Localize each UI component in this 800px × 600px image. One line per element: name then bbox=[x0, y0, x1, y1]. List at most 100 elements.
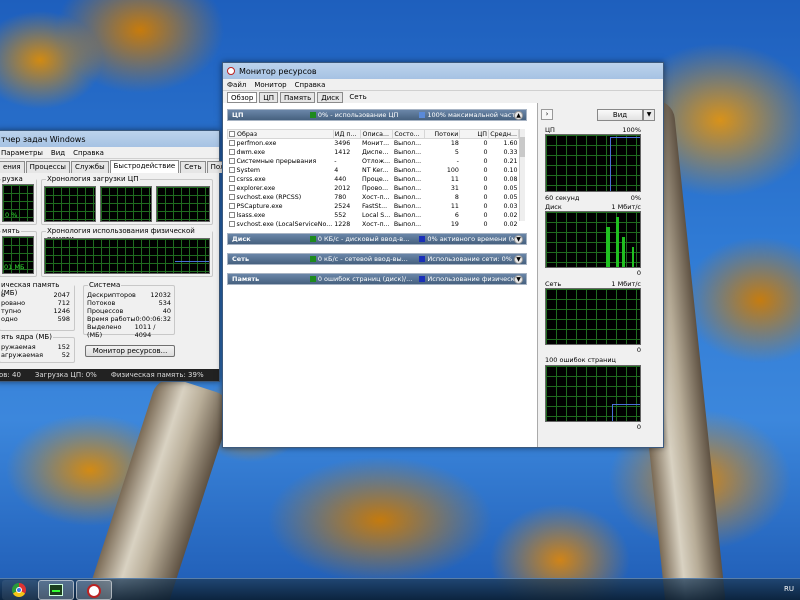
table-row[interactable]: PSCapture.exe 2524 FastSt... Выпол... 11 0 0.0… bbox=[228, 202, 519, 211]
network-usage-stat: Использование сети: 0% bbox=[427, 255, 512, 263]
menu-view[interactable]: Вид bbox=[51, 149, 65, 157]
cpu-history-graph-3 bbox=[156, 186, 210, 222]
process-cell: 0.21 bbox=[503, 157, 518, 165]
process-cell: Выпол... bbox=[393, 139, 422, 147]
process-cell: 0.02 bbox=[503, 211, 518, 219]
memory-faults-stat: 0 ошибок страниц (диск)/... bbox=[317, 275, 413, 283]
process-cell: 0.33 bbox=[503, 148, 518, 156]
table-row[interactable]: svchost.exe (RPCSS) 780 Хост-п... Выпол... 8… bbox=[228, 193, 519, 202]
process-cell: 8 bbox=[454, 193, 459, 201]
disk-graph-footer: 0 bbox=[545, 269, 641, 277]
system-group: Система Дескрипторов 12032 Потоков 534 Про… bbox=[83, 281, 175, 339]
system-row: Потоков 534 bbox=[87, 299, 171, 307]
process-cell: 0 bbox=[483, 202, 488, 210]
tab-applications[interactable]: ения bbox=[0, 161, 25, 173]
process-cell: 0 bbox=[483, 148, 488, 156]
process-checkbox[interactable] bbox=[228, 157, 235, 164]
column-threads[interactable]: Потоки bbox=[424, 129, 461, 139]
table-row[interactable]: perfmon.exe 3496 Монит... Выпол... 18 0 1.60 bbox=[228, 139, 519, 148]
system-title: Система bbox=[88, 281, 122, 289]
tab-network[interactable]: Сеть bbox=[345, 93, 366, 101]
menu-monitor[interactable]: Монитор bbox=[254, 81, 286, 89]
cpu-load-meter: 0 % bbox=[2, 184, 34, 222]
kernel-memory-group: ять ядра (МБ) ружаемая 152 агружаемая 52 bbox=[0, 333, 75, 363]
process-image-cell: perfmon.exe bbox=[228, 139, 334, 148]
process-cell: Выпол... bbox=[393, 157, 422, 165]
menu-file[interactable]: Файл bbox=[227, 81, 246, 89]
tab-disk[interactable]: Диск bbox=[317, 91, 344, 103]
menu-options[interactable]: Параметры bbox=[1, 149, 43, 157]
expand-chevron-icon[interactable]: ▼ bbox=[514, 254, 523, 264]
task-manager-taskbar-button[interactable] bbox=[38, 580, 74, 600]
task-manager-tabs: ения Процессы Службы Быстродействие Сеть… bbox=[0, 159, 267, 173]
table-row[interactable]: csrss.exe 440 Проце... Выпол... 11 0 0.08 bbox=[228, 175, 519, 184]
process-checkbox[interactable] bbox=[228, 184, 235, 191]
column-image[interactable]: Образ bbox=[227, 129, 334, 139]
memory-usage-stat: Использование физическ... bbox=[427, 275, 521, 283]
tab-network[interactable]: Сеть bbox=[180, 161, 206, 173]
network-section-header[interactable]: Сеть 0 кБ/с - сетевой ввод-вы... Использ… bbox=[227, 253, 527, 265]
tab-memory[interactable]: Память bbox=[279, 91, 316, 103]
memory-label: мять bbox=[1, 227, 21, 235]
column-cpu[interactable]: ЦП bbox=[459, 129, 489, 139]
memory-group: мять 01 МБ bbox=[0, 227, 37, 277]
expand-chevron-icon[interactable]: ▼ bbox=[514, 234, 523, 244]
status-processes: ов: 40 bbox=[0, 371, 21, 379]
table-row[interactable]: Системные прерывания - Отлож... Выпол... -0 0… bbox=[228, 157, 519, 166]
disk-section-header[interactable]: Диск 0 КБ/с - дисковый ввод-в... 0% акти… bbox=[227, 233, 527, 245]
process-checkbox[interactable] bbox=[228, 220, 235, 227]
process-checkbox[interactable] bbox=[228, 211, 235, 218]
process-checkbox[interactable] bbox=[228, 175, 235, 182]
table-row[interactable]: lsass.exe 552 Local S... Выпол... 6 0 0.02 bbox=[228, 211, 519, 220]
table-row[interactable]: svchost.exe (LocalServiceNo... 1228 Хост-п… bbox=[228, 220, 519, 229]
disk-graph-max: 1 Мбит/с bbox=[611, 203, 641, 211]
tab-overview[interactable]: Обзор bbox=[227, 91, 258, 103]
chrome-taskbar-button[interactable] bbox=[2, 580, 38, 600]
process-cell: 4 bbox=[334, 166, 339, 174]
process-checkbox[interactable] bbox=[228, 166, 235, 173]
process-cell: 6 bbox=[454, 211, 459, 219]
memory-history-group: Хронология использования физической памя… bbox=[41, 227, 213, 277]
process-checkbox[interactable] bbox=[228, 139, 235, 146]
process-checkbox[interactable] bbox=[228, 193, 235, 200]
menu-help[interactable]: Справка bbox=[73, 149, 104, 157]
process-cell: Монит... bbox=[361, 139, 390, 147]
expand-chevron-icon[interactable]: ▼ bbox=[514, 274, 523, 284]
tab-cpu[interactable]: ЦП bbox=[259, 91, 278, 103]
cpu-graph-label: ЦП bbox=[545, 126, 555, 134]
resource-monitor-titlebar[interactable]: Монитор ресурсов bbox=[223, 63, 663, 79]
memory-faults-swatch bbox=[309, 276, 316, 282]
column-pid[interactable]: ИД п... bbox=[332, 129, 362, 139]
process-checkbox[interactable] bbox=[228, 202, 235, 209]
graphs-pane-expand-icon[interactable]: › bbox=[541, 109, 553, 120]
view-dropdown-arrow-icon[interactable]: ▼ bbox=[643, 109, 655, 121]
table-row[interactable]: System 4 NT Ker... Выпол... 100 0 0.10 bbox=[228, 166, 519, 175]
wallpaper-trunk-left bbox=[84, 373, 236, 600]
cpu-section-header[interactable]: ЦП 0% - использование ЦП 100% максимальн… bbox=[227, 109, 527, 121]
column-average-cpu[interactable]: Средн... bbox=[487, 129, 520, 139]
status-memory: Физическая память: 39% bbox=[110, 371, 204, 379]
column-description[interactable]: Описа... bbox=[360, 129, 394, 139]
tab-performance[interactable]: Быстродействие bbox=[109, 160, 180, 173]
cpu-graph-footer: 60 секунд 0% bbox=[545, 194, 641, 202]
language-indicator[interactable]: RU bbox=[784, 585, 794, 593]
collapse-chevron-icon[interactable]: ▲ bbox=[514, 110, 523, 120]
task-manager-titlebar[interactable]: тчер задач Windows bbox=[0, 131, 219, 147]
resource-monitor-button[interactable]: Монитор ресурсов... bbox=[85, 345, 175, 357]
resource-monitor-taskbar-button[interactable] bbox=[76, 580, 112, 600]
table-row[interactable]: explorer.exe 2012 Прово... Выпол... 31 0 0.05 bbox=[228, 184, 519, 193]
process-cell: - bbox=[334, 157, 337, 165]
tab-services[interactable]: Службы bbox=[70, 161, 109, 173]
tab-processes[interactable]: Процессы bbox=[25, 161, 70, 173]
memory-graph-footer: 0 bbox=[545, 423, 641, 431]
memory-section-header[interactable]: Память 0 ошибок страниц (диск)/... Испол… bbox=[227, 273, 527, 285]
process-checkbox[interactable] bbox=[228, 148, 235, 155]
process-table-scrollbar[interactable] bbox=[519, 129, 525, 221]
process-cell: 0.05 bbox=[503, 193, 518, 201]
resource-monitor-icon bbox=[87, 584, 101, 598]
table-row[interactable]: dwm.exe 1412 Диспе... Выпол... 5 0 0.33 bbox=[228, 148, 519, 157]
column-status[interactable]: Состо... bbox=[392, 129, 426, 139]
view-button[interactable]: Вид bbox=[597, 109, 643, 121]
select-all-checkbox[interactable] bbox=[229, 130, 235, 137]
menu-help[interactable]: Справка bbox=[295, 81, 326, 89]
